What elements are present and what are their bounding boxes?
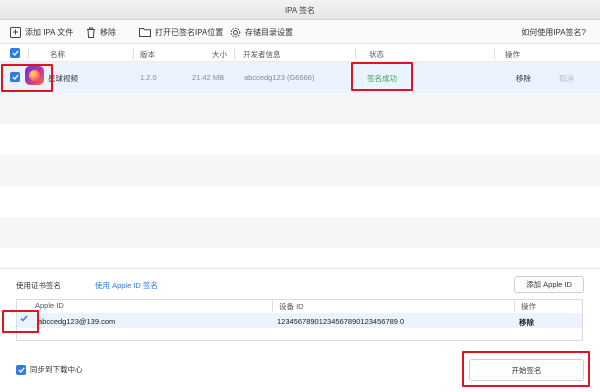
- row-cancel-button[interactable]: 取消: [559, 73, 574, 84]
- open-location-label: 打开已签名IPA位置: [155, 27, 224, 37]
- sync-checkbox[interactable]: [16, 364, 26, 375]
- device-id-value: 12345678901234567890123456789 0: [277, 317, 405, 326]
- gear-icon: [230, 27, 241, 37]
- trash-icon: [87, 27, 95, 38]
- header-size[interactable]: 大小: [212, 49, 227, 60]
- app-icon: [25, 66, 44, 85]
- row-developer: abccedg123 (G6666): [244, 73, 315, 82]
- window-title: IPA 签名: [284, 6, 316, 15]
- header-apple-id: Apple ID: [35, 301, 64, 310]
- start-signing-button[interactable]: 开始签名: [469, 359, 584, 381]
- row-size: 21.42 MB: [192, 73, 225, 82]
- remove-label: 移除: [100, 27, 116, 37]
- header-device-id: 设备 ID: [279, 302, 304, 311]
- row-checkbox[interactable]: [10, 72, 20, 82]
- title-bar: IPA 签名: [0, 0, 600, 20]
- sync-option[interactable]: 同步到下载中心: [16, 364, 83, 375]
- column-divider: [234, 48, 235, 59]
- column-divider: [133, 48, 134, 59]
- empty-row: [0, 248, 600, 268]
- check-icon[interactable]: [20, 315, 28, 322]
- storage-settings-label: 存储目录设置: [245, 27, 293, 37]
- header-sub-actions: 操作: [521, 302, 536, 311]
- tab-cert-signing[interactable]: 使用证书签名: [16, 280, 61, 291]
- row-remove-button[interactable]: 移除: [516, 73, 531, 84]
- empty-row: [0, 186, 600, 217]
- column-divider: [28, 48, 29, 59]
- check-icon: [11, 74, 19, 80]
- row-app-name: 星球视频: [48, 74, 78, 83]
- select-all-checkbox[interactable]: [10, 48, 20, 58]
- open-location-button[interactable]: 打开已签名IPA位置: [139, 26, 223, 38]
- column-divider: [272, 300, 273, 312]
- header-actions: 操作: [505, 50, 520, 59]
- empty-row: [0, 217, 600, 248]
- column-divider: [514, 300, 515, 312]
- help-link[interactable]: 如何使用IPA签名?: [521, 27, 586, 38]
- remove-button[interactable]: 移除: [86, 26, 116, 38]
- check-icon: [11, 50, 19, 56]
- add-ipa-button[interactable]: 添加 IPA 文件: [10, 26, 73, 38]
- folder-icon: [139, 28, 151, 37]
- sync-label: 同步到下载中心: [30, 365, 83, 374]
- header-name[interactable]: 名称: [50, 49, 65, 60]
- check-icon: [17, 366, 25, 373]
- empty-row: [0, 155, 600, 186]
- header-version[interactable]: 版本: [140, 49, 155, 60]
- column-divider: [355, 48, 356, 59]
- row-version: 1.2.0: [140, 73, 157, 82]
- storage-settings-button[interactable]: 存储目录设置: [230, 26, 293, 38]
- tab-appleid-signing[interactable]: 使用 Apple ID 签名: [95, 280, 158, 291]
- header-status[interactable]: 状态: [369, 49, 384, 60]
- empty-row: [0, 124, 600, 155]
- apple-id-value: abccedg123@139.com: [38, 317, 116, 326]
- add-file-icon: [10, 26, 21, 38]
- add-apple-id-button[interactable]: 添加 Apple ID: [514, 276, 584, 293]
- add-ipa-label: 添加 IPA 文件: [25, 27, 74, 37]
- toolbar: 添加 IPA 文件 移除 打开已签名IPA位置 存储目录设置 如何使用IPA签名…: [0, 20, 600, 44]
- column-divider: [494, 48, 495, 59]
- row-status-badge: 签名成功: [367, 74, 397, 83]
- table-header: 名称 版本 大小 开发者信息 状态 操作: [0, 45, 600, 62]
- empty-row: [0, 93, 600, 124]
- header-developer[interactable]: 开发者信息: [243, 49, 281, 60]
- apple-id-remove-button[interactable]: 移除: [519, 317, 534, 328]
